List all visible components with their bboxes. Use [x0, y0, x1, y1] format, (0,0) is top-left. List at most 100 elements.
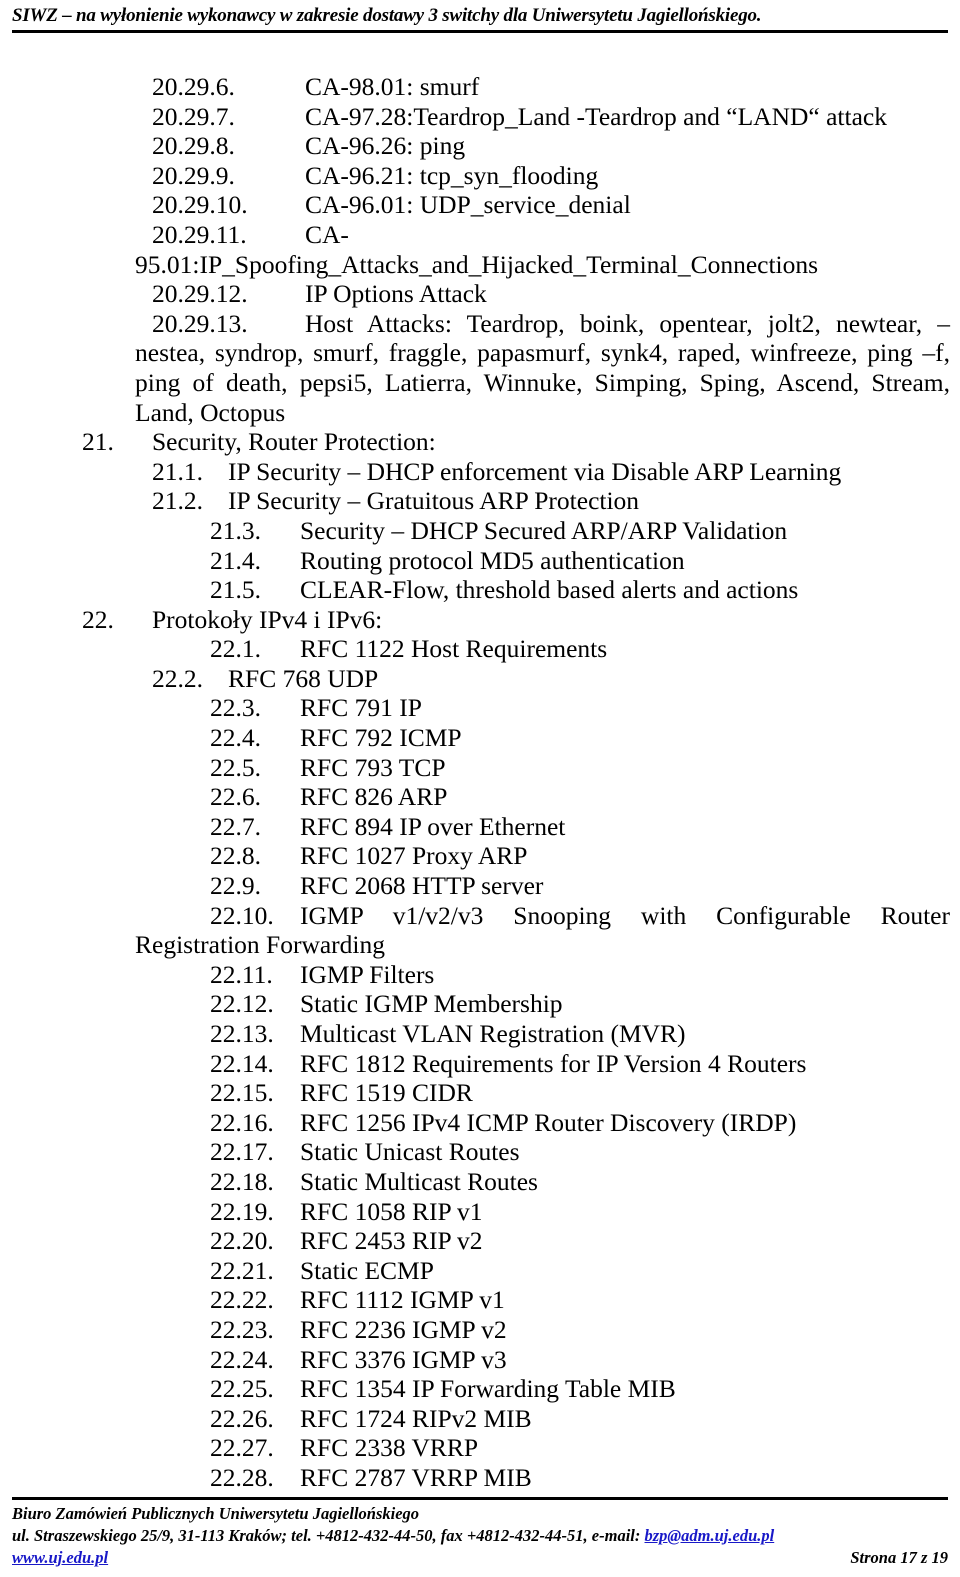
- list-item-text: RFC 791 IP: [300, 693, 422, 723]
- list-item: 20.29.10. CA-96.01: UDP_service_denial: [0, 190, 960, 220]
- list-item-number: 22.10.: [210, 900, 274, 930]
- list-item-number: 22.4.: [210, 723, 261, 753]
- list-item: 21.1. IP Security – DHCP enforcement via …: [0, 457, 960, 487]
- list-item-number: 22.21.: [210, 1255, 274, 1285]
- footer-organization: Biuro Zamówień Publicznych Uniwersytetu …: [12, 1504, 420, 1523]
- list-item-number: 22.18.: [210, 1166, 274, 1196]
- list-item-number: 20.29.9.: [152, 160, 235, 190]
- list-item-number: 21.4.: [210, 545, 261, 575]
- section-number: 22.: [82, 604, 114, 634]
- list-item: 22.2. RFC 768 UDP: [0, 664, 960, 694]
- list-item-text: RFC 1122 Host Requirements: [300, 634, 608, 664]
- list-item: 21.5. CLEAR-Flow, threshold based alerts …: [0, 575, 960, 605]
- list-item: 20.29.6. CA-98.01: smurf: [0, 72, 960, 102]
- list-item: 22.16. RFC 1256 IPv4 ICMP Router Discover…: [0, 1108, 960, 1138]
- page-header: SIWZ – na wyłonienie wykonawcy w zakresi…: [12, 4, 948, 33]
- footer-address-line: ul. Straszewskiego 25/9, 31-113 Kraków; …: [12, 1525, 948, 1547]
- list-item-text: RFC 1354 IP Forwarding Table MIB: [300, 1374, 676, 1404]
- footer-website-link[interactable]: www.uj.edu.pl: [12, 1547, 108, 1569]
- list-item: 20.29.12. IP Options Attack: [0, 279, 960, 309]
- list-item-text: RFC 2453 RIP v2: [300, 1226, 483, 1256]
- list-item-number: 20.29.6.: [152, 72, 235, 101]
- list-item: 22.26. RFC 1724 RIPv2 MIB: [0, 1404, 960, 1434]
- section-heading-22: 22. Protokoły IPv4 i IPv6:: [0, 605, 960, 635]
- list-item-text: RFC 1812 Requirements for IP Version 4 R…: [300, 1048, 807, 1078]
- list-item: 22.22. RFC 1112 IGMP v1: [0, 1285, 960, 1315]
- page-footer: Biuro Zamówień Publicznych Uniwersytetu …: [12, 1497, 948, 1569]
- list-item: 20.29.9. CA-96.21: tcp_syn_flooding: [0, 161, 960, 191]
- list-item: 22.23. RFC 2236 IGMP v2: [0, 1315, 960, 1345]
- list-item-text: RFC 2787 VRRP MIB: [300, 1462, 532, 1492]
- document-body: 20.29.6. CA-98.01: smurf 20.29.7. CA-97.28:…: [0, 72, 960, 1493]
- list-item-number: 21.5.: [210, 575, 261, 605]
- list-item-number: 22.19.: [210, 1196, 274, 1226]
- list-item: 22.5. RFC 793 TCP: [0, 753, 960, 783]
- list-item: 22.11. IGMP Filters: [0, 960, 960, 990]
- list-item-number: 22.25.: [210, 1374, 274, 1404]
- list-item: 22.3. RFC 791 IP: [0, 693, 960, 723]
- list-item: 22.9. RFC 2068 HTTP server: [0, 871, 960, 901]
- list-item-text: RFC 826 ARP: [300, 782, 448, 812]
- list-item-text: RFC 1058 RIP v1: [300, 1196, 483, 1226]
- list-item-text: RFC 1112 IGMP v1: [300, 1285, 505, 1315]
- list-item: 22.14. RFC 1812 Requirements for IP Versi…: [0, 1049, 960, 1079]
- list-item-text: RFC 768 UDP: [228, 663, 379, 693]
- list-item-number: 22.6.: [210, 782, 261, 812]
- list-item: 22.25. RFC 1354 IP Forwarding Table MIB: [0, 1374, 960, 1404]
- list-item: 22.8. RFC 1027 Proxy ARP: [0, 841, 960, 871]
- list-item-number: 20.29.12.: [152, 279, 248, 309]
- list-item-text: RFC 2338 VRRP: [300, 1433, 479, 1463]
- header-title: SIWZ – na wyłonienie wykonawcy w zakresi…: [12, 5, 762, 26]
- list-item: 22.4. RFC 792 ICMP: [0, 723, 960, 753]
- list-item-number: 22.23.: [210, 1314, 274, 1344]
- section-number: 21.: [82, 427, 114, 457]
- list-item-number: 22.14.: [210, 1048, 274, 1078]
- list-item-number: 22.9.: [210, 871, 261, 901]
- list-item-text: RFC 2236 IGMP v2: [300, 1314, 507, 1344]
- list-item-number: 22.16.: [210, 1107, 274, 1137]
- list-item: 20.29.7. CA-97.28:Teardrop_Land -Teardrop…: [0, 102, 960, 132]
- list-item-number: 22.22.: [210, 1285, 274, 1315]
- list-item-text: CA-98.01: smurf: [305, 72, 480, 101]
- list-item-number: 22.13.: [210, 1019, 274, 1048]
- section-title: Security, Router Protection:: [152, 427, 436, 457]
- list-section-22-after: 22.11. IGMP Filters 22.12. Static IGMP Memb…: [0, 960, 960, 1493]
- list-item: 22.13. Multicast VLAN Registration (MVR): [0, 1019, 960, 1049]
- list-item-text: IP Security – Gratuitous ARP Protection: [228, 486, 640, 516]
- list-item-text: RFC 1256 IPv4 ICMP Router Discovery (IRD…: [300, 1107, 797, 1137]
- list-item-text: Routing protocol MD5 authentication: [300, 545, 685, 575]
- list-item: 22.6. RFC 826 ARP: [0, 782, 960, 812]
- list-item-text: IP Options Attack: [305, 279, 487, 309]
- list-item: 20.29.11. CA-: [0, 220, 960, 250]
- host-attacks-paragraph: 20.29.13. Host Attacks: Teardrop, boink, …: [135, 309, 950, 427]
- list-item-number: 22.17.: [210, 1137, 274, 1167]
- list-item: 22.24. RFC 3376 IGMP v3: [0, 1345, 960, 1375]
- footer-email-link[interactable]: bzp@adm.uj.edu.pl: [645, 1526, 775, 1545]
- list-item-number: 20.29.8.: [152, 131, 235, 161]
- igmp-snooping-paragraph: 22.10. IGMP v1/v2/v3 Snooping with Config…: [135, 901, 950, 960]
- list-item: 21.3. Security – DHCP Secured ARP/ARP Val…: [0, 516, 960, 546]
- header-divider: [12, 30, 948, 33]
- list-item-text: CLEAR-Flow, threshold based alerts and a…: [300, 575, 799, 605]
- list-item: 20.29.8. CA-96.26: ping: [0, 131, 960, 161]
- list-item: 21.2. IP Security – Gratuitous ARP Protec…: [0, 486, 960, 516]
- list-item: 22.7. RFC 894 IP over Ethernet: [0, 812, 960, 842]
- list-item-number: 22.11.: [210, 959, 273, 989]
- list-item-number: 22.1.: [210, 634, 261, 664]
- list-item: 22.12. Static IGMP Membership: [0, 989, 960, 1019]
- list-item-number: 21.2.: [152, 486, 203, 516]
- section-title: Protokoły IPv4 i IPv6:: [152, 604, 383, 634]
- list-item-number: 21.1.: [152, 456, 203, 486]
- list-item: 22.28. RFC 2787 VRRP MIB: [0, 1463, 960, 1493]
- list-item-number: 22.5.: [210, 752, 261, 782]
- list-item-number: 20.29.10.: [152, 190, 248, 220]
- list-item-number: 22.12.: [210, 989, 274, 1019]
- list-item: 22.1. RFC 1122 Host Requirements: [0, 634, 960, 664]
- list-item-number: 22.26.: [210, 1403, 274, 1433]
- list-item-text: Static ECMP: [300, 1255, 434, 1285]
- list-item-number: 22.7.: [210, 811, 261, 841]
- list-item-text: CA-96.26: ping: [305, 131, 466, 161]
- list-item-number: 22.28.: [210, 1462, 274, 1492]
- list-item-number: 20.29.7.: [152, 101, 235, 131]
- list-item-number: 22.24.: [210, 1344, 274, 1374]
